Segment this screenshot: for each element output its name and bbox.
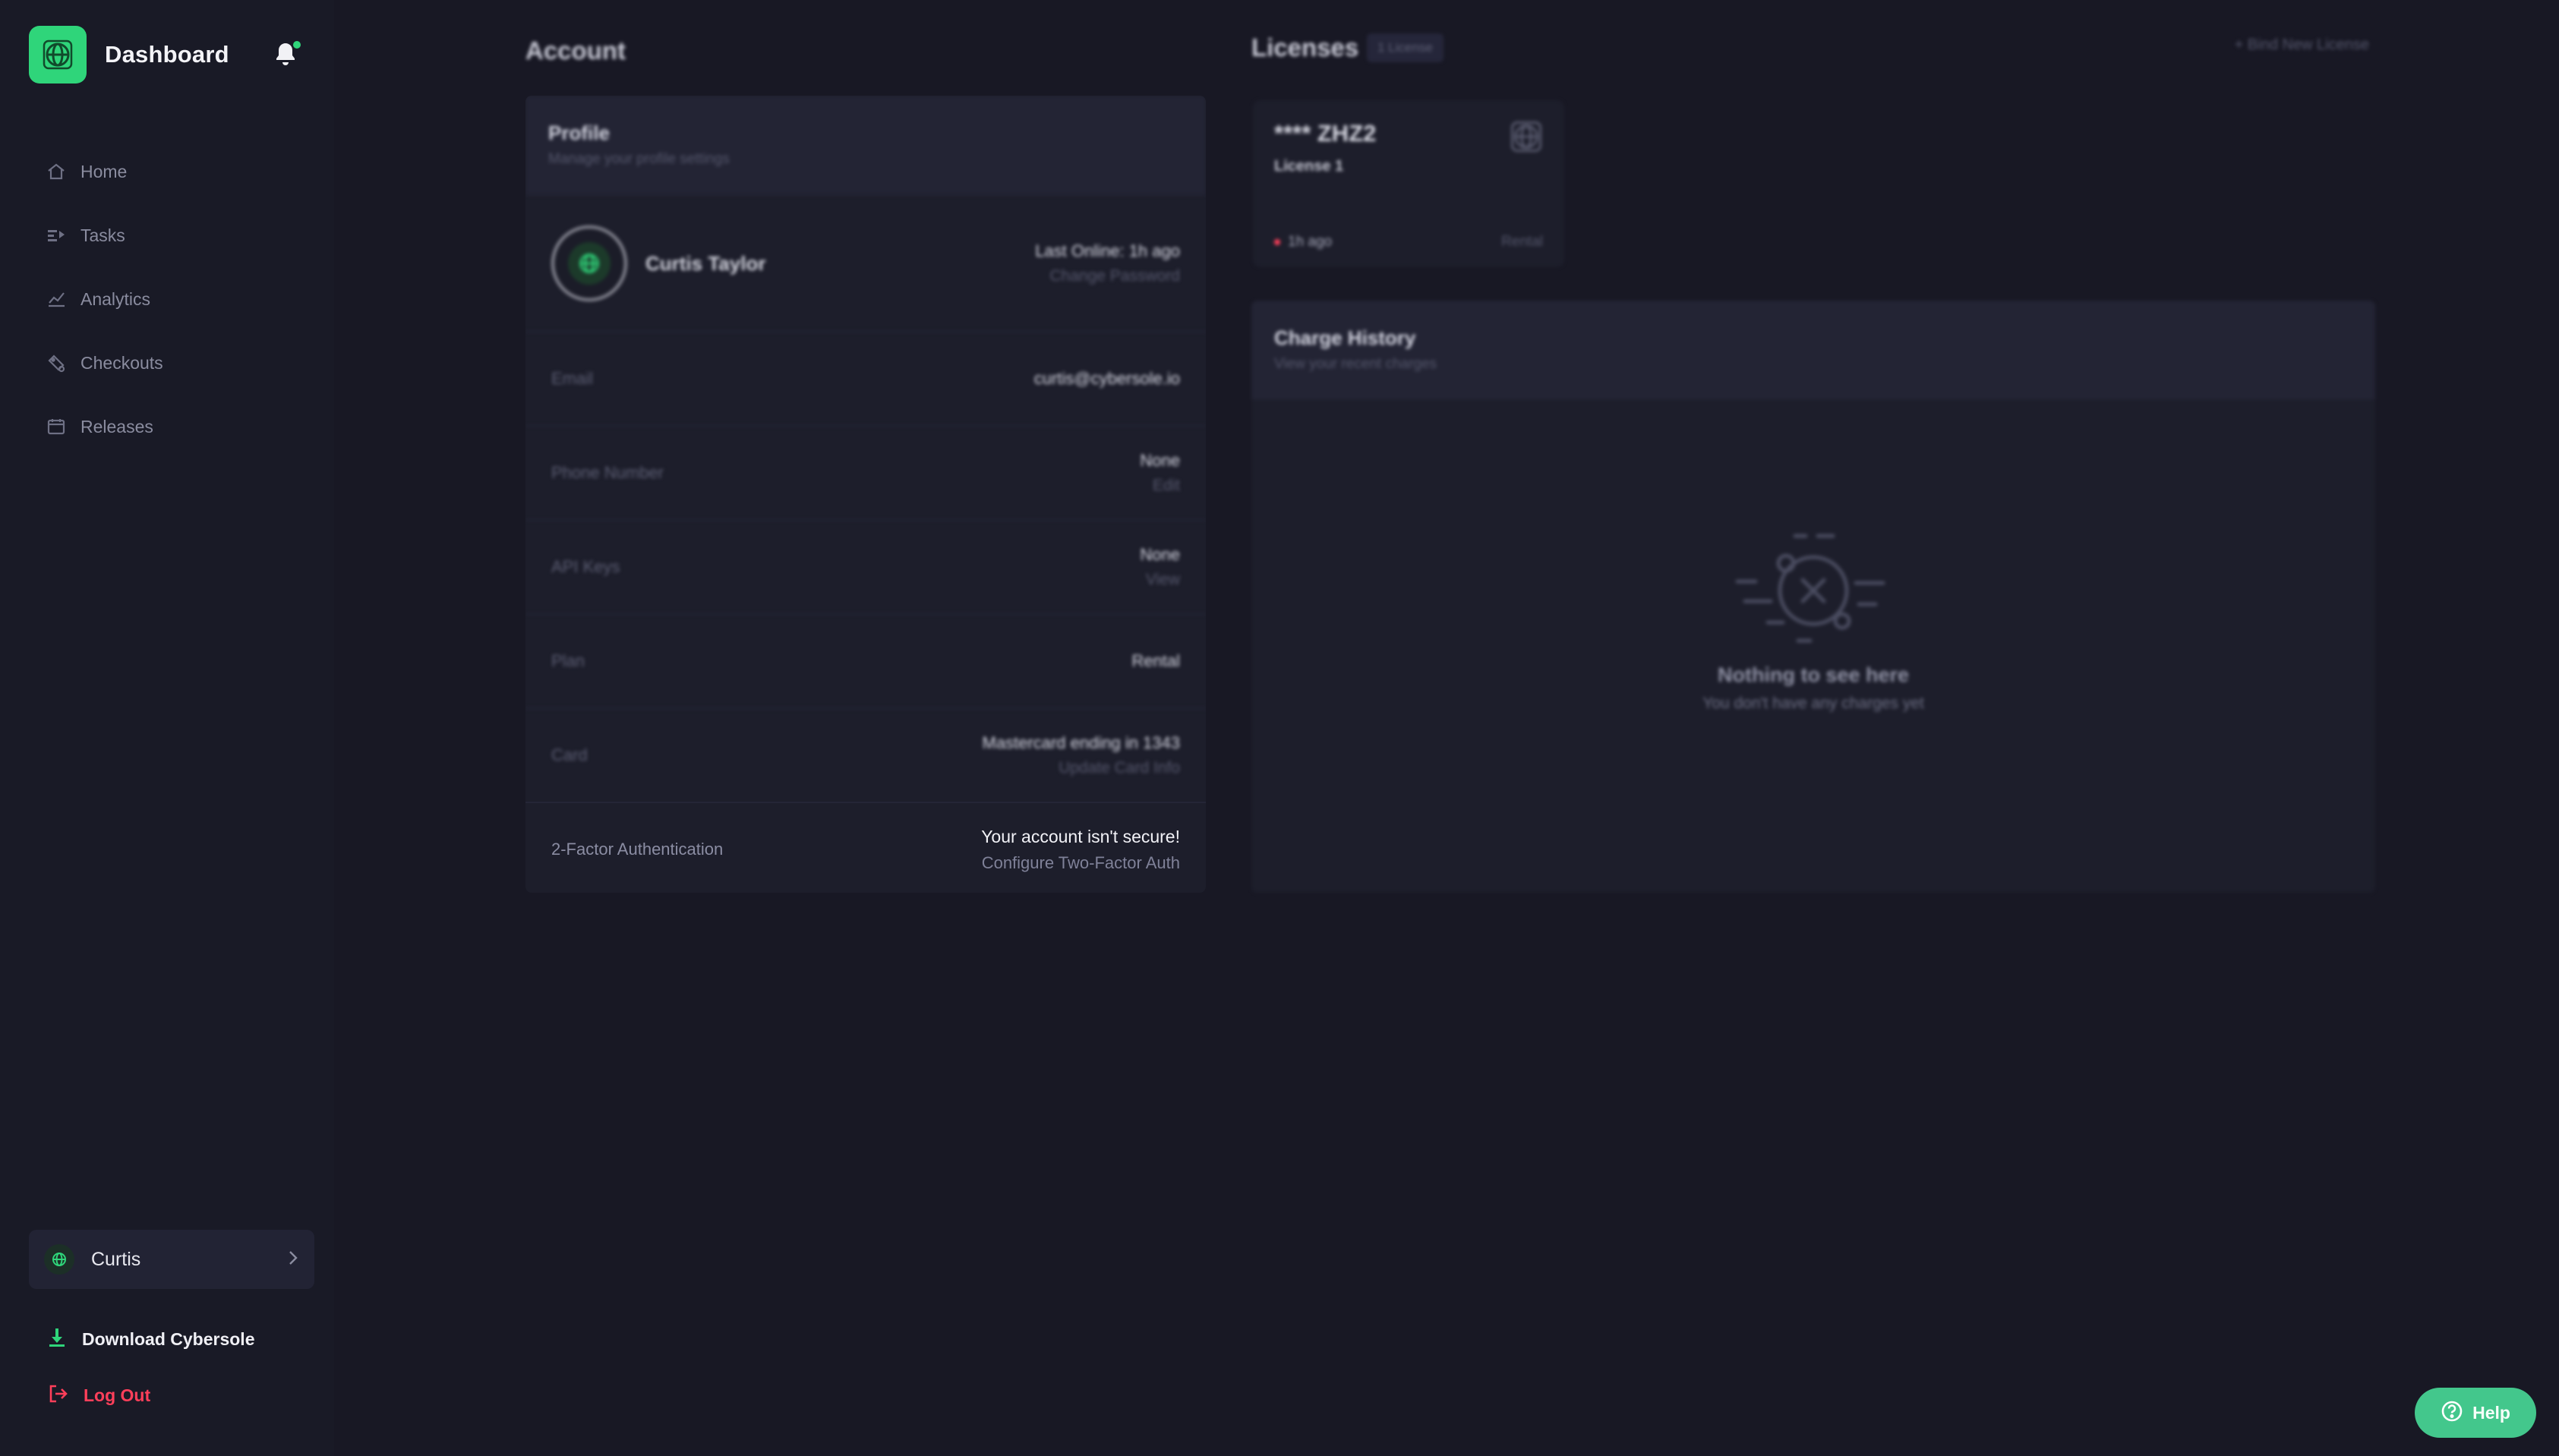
license-time: 1h ago xyxy=(1288,234,1333,250)
sidebar-item-home[interactable]: Home xyxy=(46,140,163,203)
user-menu-button[interactable]: Curtis xyxy=(29,1230,314,1289)
empty-state: Nothing to see here You don't have any c… xyxy=(1251,528,2375,713)
row-value: None xyxy=(1140,545,1180,564)
profile-identity-row: Curtis Taylor Last Online: 1h ago Change… xyxy=(525,194,1206,331)
row-value: Mastercard ending in 1343 xyxy=(982,733,1181,752)
charge-history-subtitle: View your recent charges xyxy=(1274,356,1437,372)
edit-phone-link[interactable]: Edit xyxy=(1140,477,1180,495)
help-button[interactable]: Help xyxy=(2415,1388,2536,1438)
profile-row-2fa: 2-Factor Authentication Your account isn… xyxy=(525,802,1206,893)
profile-row-plan: Plan Rental xyxy=(525,613,1206,708)
download-icon xyxy=(47,1327,67,1352)
row-key: Email xyxy=(551,369,594,388)
charge-history-panel: Charge History View your recent charges … xyxy=(1251,301,2375,893)
home-icon xyxy=(46,161,67,182)
license-key: **** ZHZ2 xyxy=(1274,120,1377,147)
bind-new-license-button[interactable]: + Bind New License xyxy=(2235,36,2369,54)
help-label: Help xyxy=(2472,1402,2510,1423)
license-count-badge: 1 License xyxy=(1367,33,1444,62)
releases-icon xyxy=(46,416,67,437)
charge-history-title: Charge History xyxy=(1274,326,1416,349)
download-label: Download Cybersole xyxy=(82,1329,255,1349)
sidebar-item-label: Analytics xyxy=(80,288,151,309)
account-title: Account xyxy=(525,36,626,65)
row-key: 2-Factor Authentication xyxy=(551,840,724,859)
profile-row-email: Email curtis@cybersole.io xyxy=(525,331,1206,425)
profile-row-phone: Phone Number None Edit xyxy=(525,425,1206,519)
globe-logo-icon[interactable] xyxy=(29,26,87,84)
licenses-title: Licenses xyxy=(1251,33,1359,61)
row-key: Plan xyxy=(551,651,585,670)
profile-header-subtitle: Manage your profile settings xyxy=(548,151,730,167)
chevron-right-icon xyxy=(287,1250,299,1270)
logout-icon xyxy=(47,1383,68,1408)
sidebar-item-releases[interactable]: Releases xyxy=(46,395,163,459)
bell-icon[interactable] xyxy=(273,41,301,68)
license-card[interactable]: **** ZHZ2 License 1 1h ago Rental xyxy=(1253,100,1564,267)
row-key: Phone Number xyxy=(551,463,664,482)
profile-header-title: Profile xyxy=(548,121,610,144)
license-name: License 1 xyxy=(1274,158,1344,175)
sidebar: Dashboard Home Tasks Analytics Checkouts… xyxy=(0,0,334,1456)
row-key: Card xyxy=(551,745,588,764)
sidebar-item-label: Checkouts xyxy=(80,352,163,373)
row-value: curtis@cybersole.io xyxy=(1033,369,1180,388)
profile-header: Profile Manage your profile settings xyxy=(525,96,1206,194)
logout-label: Log Out xyxy=(84,1385,151,1405)
configure-2fa-link[interactable]: Configure Two-Factor Auth xyxy=(981,853,1180,873)
globe-logo-icon xyxy=(1508,118,1545,159)
view-api-keys-link[interactable]: View xyxy=(1140,571,1180,589)
notification-dot xyxy=(293,41,301,49)
profile-row-api-keys: API Keys None View xyxy=(525,519,1206,613)
sidebar-nav: Home Tasks Analytics Checkouts Releases xyxy=(46,140,163,459)
sidebar-item-tasks[interactable]: Tasks xyxy=(46,203,163,267)
status-dot xyxy=(1274,239,1280,245)
avatar xyxy=(551,225,627,301)
row-value: None xyxy=(1140,451,1180,470)
tasks-icon xyxy=(46,225,67,246)
download-button[interactable]: Download Cybersole xyxy=(47,1327,254,1352)
analytics-icon xyxy=(46,288,67,310)
user-name: Curtis xyxy=(91,1248,141,1270)
empty-state-subtitle: You don't have any charges yet xyxy=(1702,695,1924,712)
sidebar-item-label: Releases xyxy=(80,416,153,436)
update-card-link[interactable]: Update Card Info xyxy=(983,759,1180,777)
profile-row-card: Card Mastercard ending in 1343 Update Ca… xyxy=(525,708,1206,802)
sidebar-title: Dashboard xyxy=(105,41,229,68)
license-type: Rental xyxy=(1501,234,1543,250)
last-online: Last Online: 1h ago xyxy=(1035,241,1180,260)
profile-panel: Profile Manage your profile settings Cur… xyxy=(525,96,1206,893)
help-icon xyxy=(2441,1400,2463,1426)
2fa-status: Your account isn't secure! xyxy=(981,826,1180,846)
logout-button[interactable]: Log Out xyxy=(47,1383,150,1408)
sidebar-item-label: Home xyxy=(80,161,128,181)
row-key: API Keys xyxy=(551,557,620,576)
avatar xyxy=(44,1244,74,1275)
empty-state-title: Nothing to see here xyxy=(1717,663,1910,686)
checkouts-icon xyxy=(46,352,67,373)
charge-history-header: Charge History View your recent charges xyxy=(1251,301,2375,399)
sidebar-item-checkouts[interactable]: Checkouts xyxy=(46,331,163,395)
empty-state-illustration-icon xyxy=(1722,528,1904,650)
sidebar-item-analytics[interactable]: Analytics xyxy=(46,267,163,331)
sidebar-item-label: Tasks xyxy=(80,225,125,245)
change-password-link[interactable]: Change Password xyxy=(1035,267,1180,285)
profile-name: Curtis Taylor xyxy=(645,251,766,275)
row-value: Rental xyxy=(1131,651,1180,670)
brand[interactable]: Dashboard xyxy=(29,26,229,84)
